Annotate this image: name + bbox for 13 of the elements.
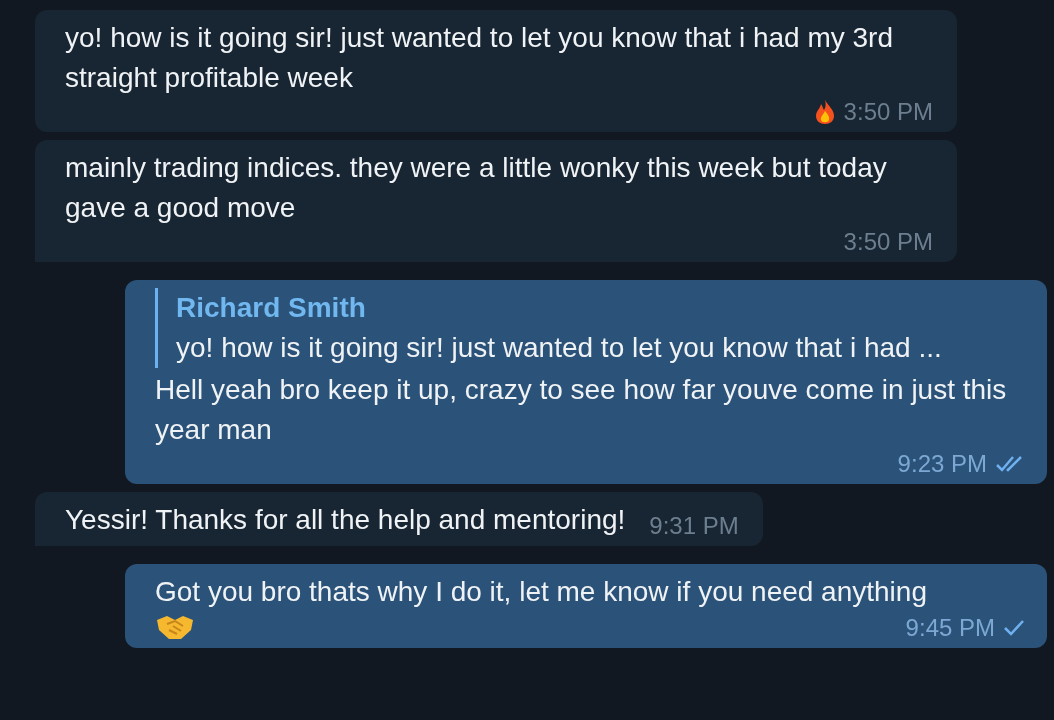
message-time: 9:45 PM xyxy=(905,614,995,642)
message-text: mainly trading indices. they were a little wonky this week but today gave a good move xyxy=(65,151,888,225)
message-text: Got you bro thats why I do it, let me know if you need anything xyxy=(155,575,927,609)
message-time: 3:50 PM xyxy=(843,228,933,256)
reply-text: yo! how is it going sir! just wanted to let you know that i had ... xyxy=(176,331,943,365)
message-time: 9:31 PM xyxy=(649,512,739,540)
reply-author: Richard Smith xyxy=(176,291,367,325)
message-text: yo! how is it going sir! just wanted to let you know that i had my 3rd straight profitable week xyxy=(65,21,894,95)
message-text: Hell yeah bro keep it up, crazy to see how far youve come in just this year man xyxy=(155,373,1008,447)
fire-icon xyxy=(813,99,836,125)
message-time: 9:23 PM xyxy=(897,450,987,478)
message-time: 3:50 PM xyxy=(843,98,933,126)
message-text: Yessir! Thanks for all the help and mentoring! xyxy=(65,503,626,537)
